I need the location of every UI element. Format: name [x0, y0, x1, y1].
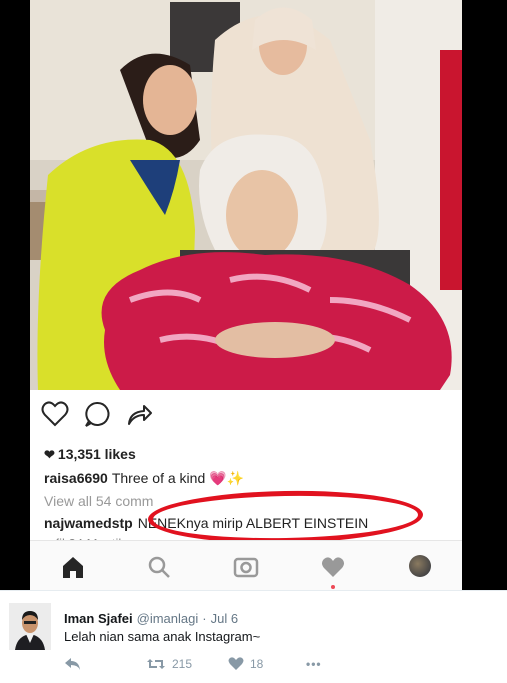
separator-dot: · — [202, 611, 207, 626]
retweet-button[interactable]: 215 — [146, 657, 192, 671]
more-icon: ••• — [306, 657, 322, 671]
tweet: Iman Sjafei @imanlagi · Jul 6 Lelah nian sa… — [0, 590, 507, 683]
reply-icon — [65, 658, 80, 670]
author-name[interactable]: Iman Sjafei — [64, 611, 133, 626]
caption-username[interactable]: raisa6690 — [44, 470, 108, 486]
instagram-screenshot: ❤ 13,351 likes raisa6690 Three of a kind 💗… — [30, 0, 462, 590]
avatar[interactable] — [9, 603, 51, 650]
like-heart-icon — [228, 657, 244, 670]
retweet-icon — [147, 659, 165, 669]
search-icon[interactable] — [146, 554, 172, 580]
tweet-text: Lelah nian sama anak Instagram~ — [64, 629, 261, 644]
black-margin-right — [462, 0, 507, 590]
bottom-nav — [30, 540, 462, 590]
view-all-comments[interactable]: View all 54 comm — [44, 493, 153, 509]
tweet-header: Iman Sjafei @imanlagi · Jul 6 — [64, 611, 238, 626]
heart-small-icon: ❤ — [44, 447, 55, 462]
activity-heart-icon[interactable] — [320, 554, 346, 580]
likes-text: 13,351 likes — [57, 446, 136, 462]
retweet-count: 215 — [172, 657, 193, 671]
profile-avatar[interactable] — [409, 555, 431, 577]
black-margin-left — [0, 0, 30, 590]
share-icon[interactable] — [124, 399, 154, 429]
home-icon[interactable] — [60, 554, 86, 580]
likes-count[interactable]: ❤ 13,351 likes — [44, 446, 136, 463]
camera-icon[interactable] — [233, 554, 259, 580]
more-button[interactable]: ••• — [306, 657, 322, 671]
comment-username[interactable]: najwamedstp — [44, 515, 133, 531]
tweet-date[interactable]: Jul 6 — [211, 611, 238, 626]
comment-icon[interactable] — [82, 399, 112, 429]
like-button[interactable]: 18 — [228, 657, 263, 671]
caption-text: Three of a kind — [111, 470, 206, 486]
reply-button[interactable] — [64, 657, 82, 671]
post-photo — [30, 0, 462, 390]
like-count: 18 — [250, 657, 264, 671]
heart-icon[interactable] — [40, 399, 70, 429]
author-handle[interactable]: @imanlagi — [137, 611, 199, 626]
caption-emoji: 💗✨ — [209, 470, 244, 486]
post-caption: raisa6690 Three of a kind 💗✨ — [44, 470, 244, 487]
red-circle-annotation — [147, 488, 424, 546]
post-actions — [40, 398, 154, 430]
notification-dot — [331, 585, 335, 589]
